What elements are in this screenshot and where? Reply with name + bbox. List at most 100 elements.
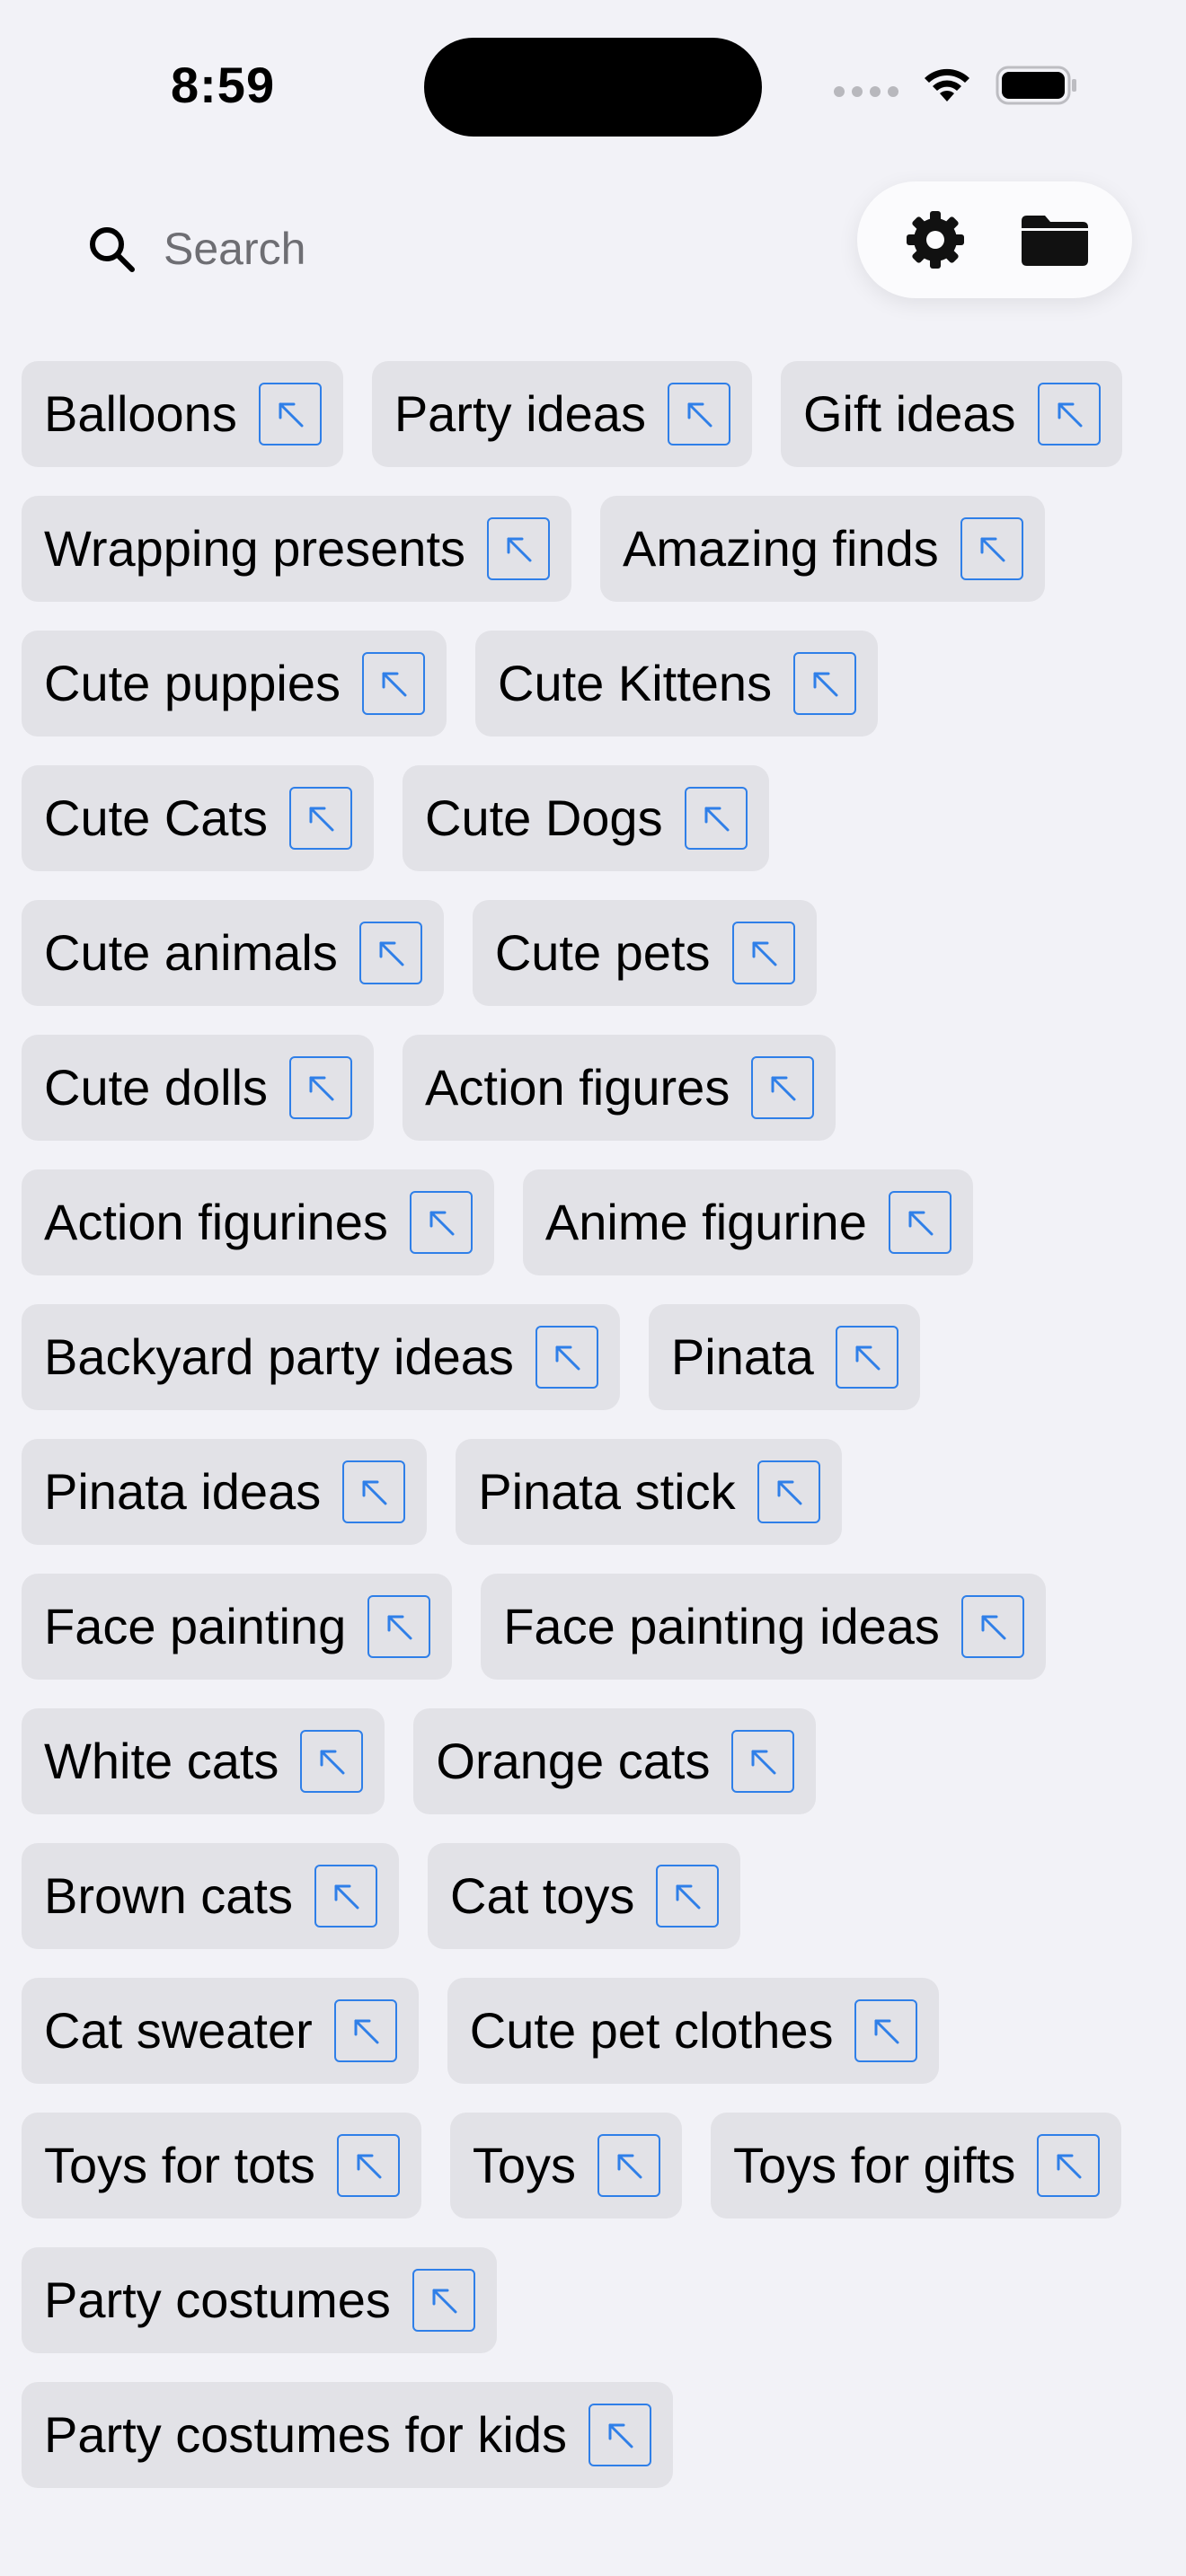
suggestion-chip[interactable]: Pinata (648, 1304, 920, 1410)
arrow-up-left-icon[interactable] (535, 1326, 598, 1389)
arrow-up-left-icon[interactable] (412, 2269, 475, 2332)
arrow-up-left-icon[interactable] (731, 922, 795, 984)
suggestion-chip[interactable]: Cute Cats (22, 765, 374, 871)
suggestion-chip[interactable]: Gift ideas (780, 361, 1122, 467)
suggestion-list: Balloons Party ideas Gift ideas Wrapping pr… (22, 361, 1164, 2488)
search-icon (90, 227, 135, 272)
suggestion-chip[interactable]: White cats (22, 1708, 385, 1814)
suggestion-chip[interactable]: Action figures (403, 1035, 836, 1141)
suggestion-chip[interactable]: Wrapping presents (22, 496, 571, 602)
suggestion-chip[interactable]: Orange cats (413, 1708, 817, 1814)
suggestion-label: Orange cats (436, 1733, 711, 1789)
suggestion-label: Backyard party ideas (44, 1328, 514, 1385)
suggestion-chip[interactable]: Cat sweater (22, 1978, 419, 2084)
arrow-up-left-icon[interactable] (757, 1460, 820, 1523)
arrow-up-left-icon[interactable] (793, 652, 857, 715)
cellular-signal-icon (834, 86, 898, 97)
suggestion-chip[interactable]: Cute dolls (22, 1035, 375, 1141)
suggestion-chip[interactable]: Amazing finds (600, 496, 1045, 602)
search-placeholder[interactable]: Search (164, 223, 305, 275)
arrow-up-left-icon[interactable] (835, 1326, 898, 1389)
suggestion-label: Party ideas (394, 385, 646, 442)
suggestion-chip[interactable]: Face painting (22, 1574, 453, 1680)
suggestion-label: Cute animals (44, 924, 338, 981)
arrow-up-left-icon[interactable] (1037, 2134, 1101, 2197)
arrow-up-left-icon[interactable] (342, 1460, 406, 1523)
arrow-up-left-icon[interactable] (731, 1730, 795, 1793)
suggestion-chip[interactable]: Party costumes for kids (22, 2382, 673, 2488)
suggestion-label: Cute pet clothes (469, 2002, 834, 2059)
arrow-up-left-icon[interactable] (362, 652, 426, 715)
arrow-up-left-icon[interactable] (289, 1056, 353, 1119)
suggestion-chip[interactable]: Balloons (22, 361, 343, 467)
suggestion-label: Toys (472, 2137, 577, 2193)
status-time: 8:59 (171, 57, 276, 113)
arrow-up-left-icon[interactable] (336, 2134, 400, 2197)
suggestion-label: Pinata ideas (44, 1463, 322, 1520)
arrow-up-left-icon[interactable] (333, 1999, 397, 2062)
suggestion-label: Cat sweater (44, 2002, 313, 2059)
arrow-up-left-icon[interactable] (1037, 383, 1101, 446)
gear-icon (906, 211, 964, 269)
arrow-up-left-icon[interactable] (656, 1865, 720, 1928)
suggestion-label: Face painting (44, 1598, 347, 1654)
suggestion-chip[interactable]: Anime figurine (522, 1169, 973, 1275)
suggestion-label: Party costumes for kids (44, 2406, 567, 2463)
folder-icon (1021, 216, 1088, 266)
suggestion-chip[interactable]: Toys (449, 2113, 683, 2219)
status-icons (834, 65, 1078, 106)
suggestion-label: Action figures (425, 1059, 730, 1116)
suggestion-label: Anime figurine (544, 1194, 867, 1250)
arrow-up-left-icon[interactable] (888, 1191, 951, 1254)
suggestion-label: Toys for gifts (733, 2137, 1016, 2193)
suggestion-chip[interactable]: Cute Kittens (475, 631, 879, 737)
suggestion-chip[interactable]: Pinata stick (456, 1439, 842, 1545)
arrow-up-left-icon[interactable] (960, 1595, 1024, 1658)
suggestion-chip[interactable]: Pinata ideas (22, 1439, 428, 1545)
suggestion-chip[interactable]: Cute pet clothes (447, 1978, 940, 2084)
suggestion-label: Brown cats (44, 1867, 293, 1924)
suggestion-chip[interactable]: Face painting ideas (481, 1574, 1046, 1680)
settings-button[interactable] (895, 199, 976, 280)
suggestion-chip[interactable]: Action figurines (22, 1169, 494, 1275)
arrow-up-left-icon[interactable] (588, 2404, 651, 2466)
suggestion-label: Cute pets (494, 924, 711, 981)
arrow-up-left-icon[interactable] (597, 2134, 661, 2197)
arrow-up-left-icon[interactable] (289, 787, 352, 850)
arrow-up-left-icon[interactable] (667, 383, 730, 446)
search-bar[interactable]: Search (86, 223, 305, 275)
suggestion-chip[interactable]: Backyard party ideas (22, 1304, 620, 1410)
suggestion-chip[interactable]: Cute pets (472, 900, 817, 1006)
arrow-up-left-icon[interactable] (258, 383, 322, 446)
status-bar: 8:59 (0, 0, 1186, 171)
arrow-up-left-icon[interactable] (751, 1056, 815, 1119)
suggestion-label: Balloons (44, 385, 237, 442)
arrow-up-left-icon[interactable] (487, 517, 550, 580)
suggestion-chip[interactable]: Cute Dogs (403, 765, 769, 871)
arrow-up-left-icon[interactable] (358, 922, 422, 984)
suggestion-label: Toys for tots (44, 2137, 315, 2193)
suggestion-chip[interactable]: Cute puppies (22, 631, 447, 737)
suggestion-chip[interactable]: Cat toys (428, 1843, 741, 1949)
suggestion-label: Amazing finds (623, 520, 939, 577)
suggestion-chip[interactable]: Brown cats (22, 1843, 399, 1949)
suggestion-label: Pinata (670, 1328, 814, 1385)
suggestion-chip[interactable]: Party ideas (371, 361, 752, 467)
suggestion-chip[interactable]: Toys for gifts (711, 2113, 1122, 2219)
arrow-up-left-icon[interactable] (684, 787, 748, 850)
arrow-up-left-icon[interactable] (314, 1865, 377, 1928)
suggestion-label: Face painting ideas (503, 1598, 940, 1654)
folder-button[interactable] (1014, 199, 1095, 280)
action-pill (857, 181, 1132, 298)
suggestion-chip[interactable]: Toys for tots (22, 2113, 421, 2219)
arrow-up-left-icon[interactable] (960, 517, 1023, 580)
suggestion-chip[interactable]: Party costumes (22, 2247, 497, 2353)
suggestion-chip[interactable]: Cute animals (22, 900, 444, 1006)
arrow-up-left-icon[interactable] (367, 1595, 431, 1658)
suggestion-label: Cute puppies (44, 655, 341, 711)
arrow-up-left-icon[interactable] (409, 1191, 473, 1254)
suggestion-label: Cute Dogs (425, 790, 663, 846)
arrow-up-left-icon[interactable] (854, 1999, 918, 2062)
arrow-up-left-icon[interactable] (300, 1730, 364, 1793)
dynamic-island (424, 38, 762, 137)
